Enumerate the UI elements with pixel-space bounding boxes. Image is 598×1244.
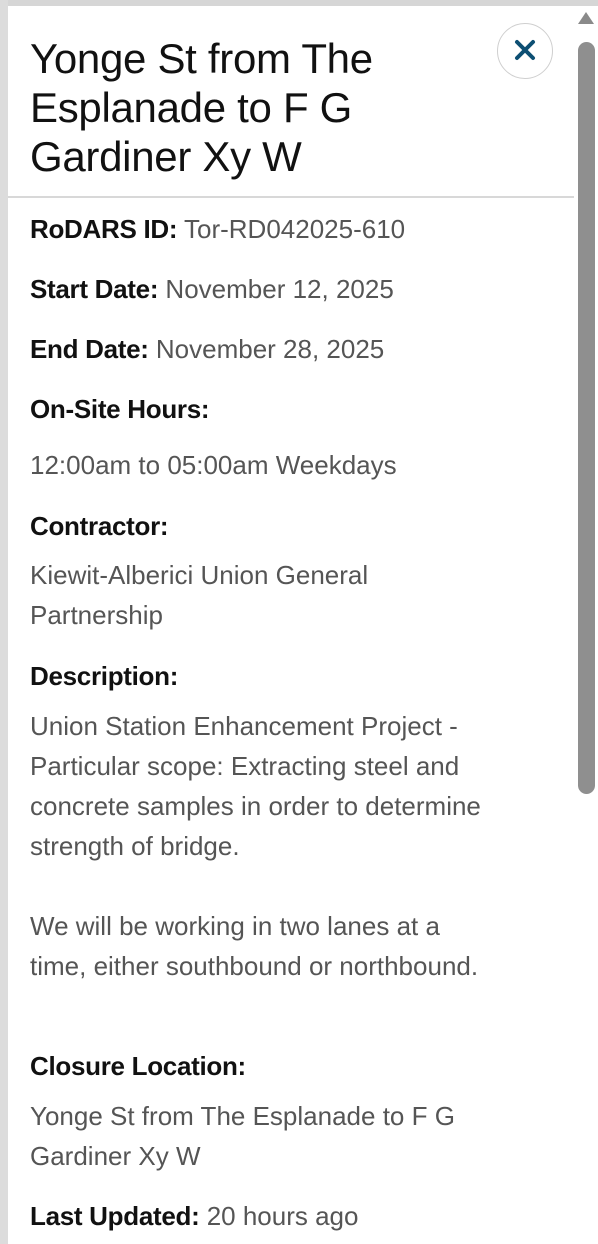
end-date-value: November 28, 2025 bbox=[155, 334, 385, 364]
start-date-row: Start Date: November 12, 2025 bbox=[30, 269, 394, 309]
rodars-id-value: Tor-RD042025-610 bbox=[183, 214, 406, 244]
left-border bbox=[0, 0, 8, 1244]
start-date-value: November 12, 2025 bbox=[165, 274, 394, 304]
onsite-hours-value: 12:00am to 05:00am Weekdays bbox=[30, 450, 397, 480]
end-date-label: End Date: bbox=[30, 334, 149, 364]
panel-title: Yonge St from The Esplanade to F G Gardi… bbox=[30, 35, 373, 180]
contractor-value: Kiewit-Alberici Union General Partnershi… bbox=[30, 560, 369, 630]
onsite-hours-label: On-Site Hours: bbox=[30, 394, 210, 424]
last-updated-row: Last Updated: 20 hours ago bbox=[30, 1196, 358, 1236]
description-paragraph-2: We will be working in two lanes at a tim… bbox=[30, 911, 479, 981]
details-panel: Yonge St from The Esplanade to F G Gardi… bbox=[8, 6, 574, 1244]
rodars-id-row: RoDARS ID: Tor-RD042025-610 bbox=[30, 209, 405, 249]
contractor-label: Contractor: bbox=[30, 511, 169, 541]
last-updated-value: 20 hours ago bbox=[206, 1201, 359, 1231]
last-updated-label: Last Updated: bbox=[30, 1201, 200, 1231]
closure-location-value: Yonge St from The Esplanade to F G Gardi… bbox=[30, 1101, 455, 1171]
closure-location-label: Closure Location: bbox=[30, 1051, 246, 1081]
panel-header: Yonge St from The Esplanade to F G Gardi… bbox=[8, 6, 574, 198]
contractor-label-row: Contractor: bbox=[30, 506, 169, 546]
rodars-id-label: RoDARS ID: bbox=[30, 214, 178, 244]
description-label-row: Description: bbox=[30, 656, 178, 696]
closure-details-window: Yonge St from The Esplanade to F G Gardi… bbox=[0, 0, 598, 1244]
scroll-up-arrow-icon[interactable] bbox=[578, 12, 594, 24]
description-label: Description: bbox=[30, 661, 179, 691]
close-icon bbox=[514, 39, 536, 64]
close-button[interactable] bbox=[497, 23, 553, 79]
closure-location-label-row: Closure Location: bbox=[30, 1046, 246, 1086]
onsite-hours-label-row: On-Site Hours: bbox=[30, 389, 210, 429]
start-date-label: Start Date: bbox=[30, 274, 159, 304]
description-paragraph-1: Union Station Enhancement Project - Part… bbox=[30, 711, 481, 861]
scrollbar-thumb[interactable] bbox=[578, 42, 595, 794]
end-date-row: End Date: November 28, 2025 bbox=[30, 329, 384, 369]
